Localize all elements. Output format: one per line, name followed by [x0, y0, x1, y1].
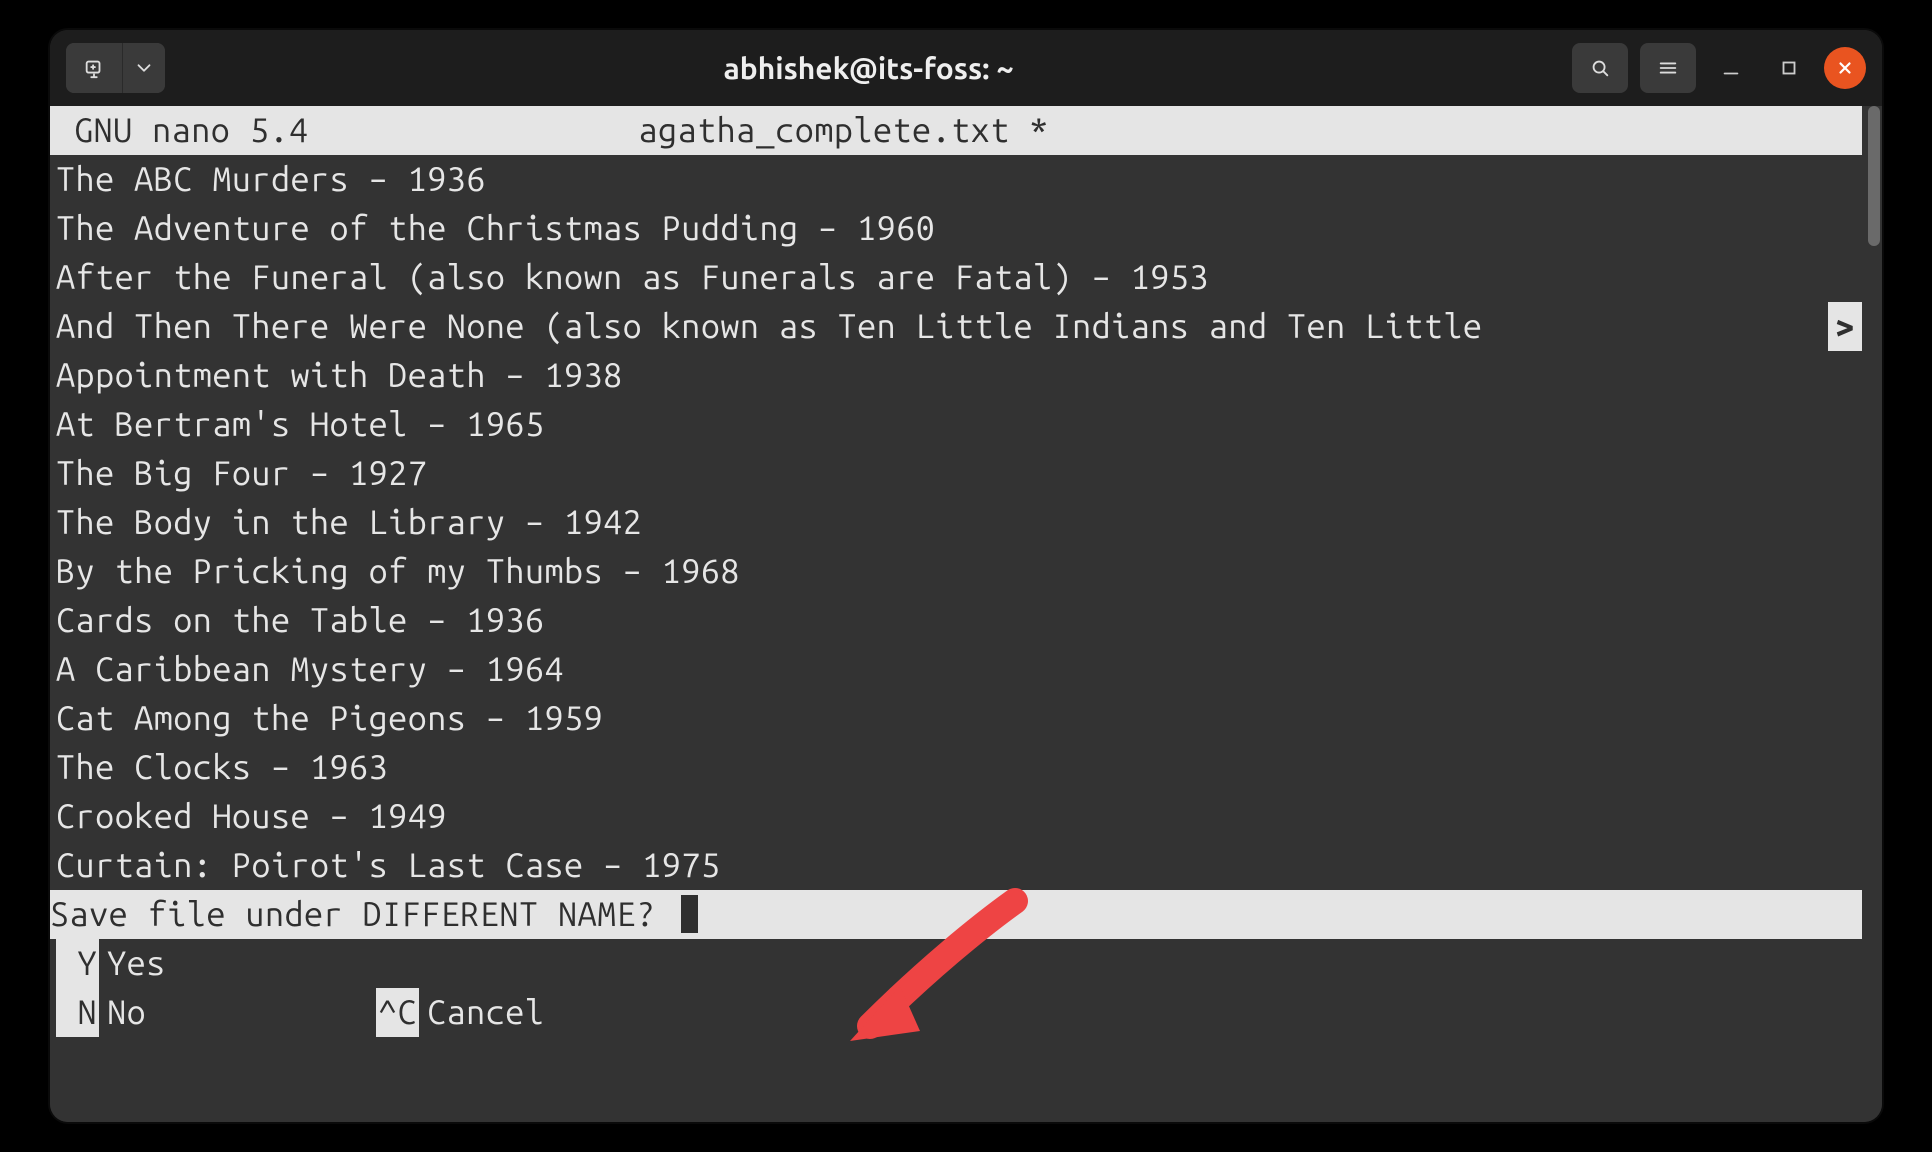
editor-line: Crooked House – 1949 — [50, 792, 1862, 841]
editor-line: Cat Among the Pigeons – 1959 — [50, 694, 1862, 743]
shortcut-no: N No — [56, 988, 376, 1037]
close-button[interactable] — [1824, 47, 1866, 89]
nano-shortcut-row: N No ^C Cancel — [50, 988, 1862, 1037]
editor-line: And Then There Were None (also known as … — [50, 302, 1862, 351]
shortcut-label: Cancel — [427, 988, 544, 1037]
shortcut-label: No — [107, 988, 146, 1037]
minimize-button[interactable] — [1708, 45, 1754, 91]
close-icon — [1836, 59, 1854, 77]
editor-line: The Adventure of the Christmas Pudding –… — [50, 204, 1862, 253]
maximize-button[interactable] — [1766, 45, 1812, 91]
editor-line: The Big Four – 1927 — [50, 449, 1862, 498]
nano-prompt-text: Save file under DIFFERENT NAME? — [50, 890, 675, 939]
editor-line: Cards on the Table – 1936 — [50, 596, 1862, 645]
menu-button[interactable] — [1640, 43, 1696, 93]
nano-header: GNU nano 5.4 agatha_complete.txt * — [50, 106, 1862, 155]
shortcut-label: Yes — [107, 939, 166, 988]
editor-line: By the Pricking of my Thumbs – 1968 — [50, 547, 1862, 596]
terminal-body: GNU nano 5.4 agatha_complete.txt * The A… — [50, 106, 1882, 1122]
shortcut-key: Y — [56, 939, 99, 988]
editor-line: Appointment with Death – 1938 — [50, 351, 1862, 400]
new-tab-icon — [83, 57, 105, 79]
editor-line: The Clocks – 1963 — [50, 743, 1862, 792]
tab-dropdown-button[interactable] — [123, 43, 165, 93]
shortcut-cancel: ^C Cancel — [376, 988, 544, 1037]
nano-shortcut-row: Y Yes — [50, 939, 1862, 988]
nano-file-name: agatha_complete.txt * — [308, 106, 1862, 155]
editor-line: A Caribbean Mystery – 1964 — [50, 645, 1862, 694]
terminal-window: abhishek@its-foss: ~ — [50, 30, 1882, 1122]
titlebar: abhishek@its-foss: ~ — [50, 30, 1882, 106]
editor-line: The Body in the Library – 1942 — [50, 498, 1862, 547]
line-overflow-marker: > — [1828, 302, 1862, 351]
shortcut-key: N — [56, 988, 99, 1037]
minimize-icon — [1720, 57, 1742, 79]
editor-line: Curtain: Poirot's Last Case – 1975 — [50, 841, 1862, 890]
text-cursor — [681, 895, 698, 933]
tab-button-group — [66, 43, 165, 93]
search-button[interactable] — [1572, 43, 1628, 93]
editor-line: At Bertram's Hotel – 1965 — [50, 400, 1862, 449]
nano-prompt[interactable]: Save file under DIFFERENT NAME? — [50, 890, 1862, 939]
scrollbar[interactable] — [1862, 106, 1882, 1122]
editor-line: After the Funeral (also known as Funeral… — [50, 253, 1862, 302]
nano-editor[interactable]: GNU nano 5.4 agatha_complete.txt * The A… — [50, 106, 1862, 1122]
shortcut-yes: Y Yes — [56, 939, 376, 988]
editor-line: The ABC Murders – 1936 — [50, 155, 1862, 204]
hamburger-icon — [1657, 57, 1679, 79]
nano-app-name: GNU nano 5.4 — [50, 106, 308, 155]
search-icon — [1589, 57, 1611, 79]
titlebar-right — [1572, 43, 1866, 93]
new-tab-button[interactable] — [66, 43, 122, 93]
shortcut-key: ^C — [376, 988, 419, 1037]
chevron-down-icon — [133, 57, 155, 79]
window-title: abhishek@its-foss: ~ — [175, 51, 1562, 85]
scrollbar-thumb[interactable] — [1868, 106, 1880, 246]
titlebar-left — [66, 43, 165, 93]
maximize-icon — [1778, 57, 1800, 79]
